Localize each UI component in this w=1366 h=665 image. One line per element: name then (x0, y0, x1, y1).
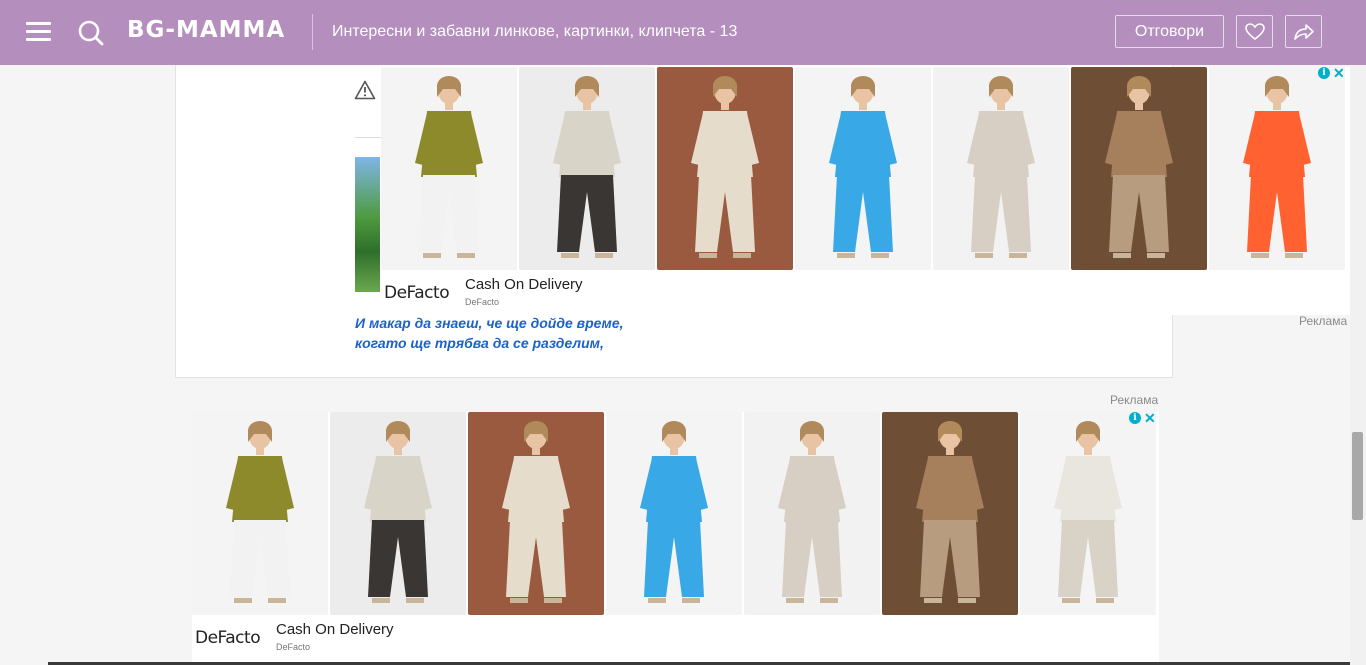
ad-advertiser: DeFacto (276, 642, 311, 652)
ad-product-blue-dress[interactable] (795, 67, 931, 270)
info-icon[interactable]: i (1129, 412, 1141, 424)
ad-product-blue-dress[interactable] (606, 412, 742, 615)
ad-product-printed-shirt[interactable] (1020, 412, 1156, 615)
ad-product-olive-blouse[interactable] (192, 412, 328, 615)
ad-product-beige-suit[interactable] (657, 67, 793, 270)
quote-line-1: И макар да знаеш, че ще дойде време, (355, 315, 624, 331)
ad-choices[interactable]: i ✕ (1318, 66, 1345, 80)
reply-button[interactable]: Отговори (1115, 15, 1224, 48)
post-quote: И макар да знаеш, че ще дойде време, ког… (355, 313, 624, 361)
ad-product-zebra-pants[interactable] (519, 67, 655, 270)
header-divider (312, 14, 313, 50)
site-logo[interactable]: BG-MAMMA (127, 17, 285, 43)
ad-product-striped-dress[interactable] (933, 67, 1069, 270)
ad-product-olive-blouse[interactable] (381, 67, 517, 270)
close-icon[interactable]: ✕ (1144, 411, 1156, 425)
ad-advertiser: DeFacto (465, 297, 500, 307)
post-image[interactable] (355, 157, 380, 292)
ad-headline[interactable]: Cash On Delivery (465, 276, 583, 293)
ad-product-brown-blazer[interactable] (1071, 67, 1207, 270)
share-icon (1293, 23, 1314, 40)
quote-line-3: … (355, 353, 624, 361)
ad-label-inline: Реклама (1110, 393, 1159, 407)
share-button[interactable] (1285, 15, 1322, 48)
ad-tiles (192, 412, 1158, 615)
favorite-button[interactable] (1236, 15, 1273, 48)
ad-label-side: Реклама (1299, 314, 1348, 328)
search-icon[interactable] (77, 19, 105, 47)
ad-product-striped-dress[interactable] (744, 412, 880, 615)
ad-product-zebra-pants[interactable] (330, 412, 466, 615)
close-icon[interactable]: ✕ (1333, 66, 1345, 80)
warning-icon[interactable] (354, 80, 376, 105)
ad-banner-inline[interactable]: DeFacto Cash On Delivery DeFacto i ✕ (192, 411, 1159, 662)
thread-title: Интересни и забавни линкове, картинки, к… (332, 23, 738, 40)
ad-choices[interactable]: i ✕ (1129, 411, 1156, 425)
top-bar: BG-MAMMA Интересни и забавни линкове, ка… (0, 0, 1366, 65)
ad-product-orange-dress[interactable] (1209, 67, 1345, 270)
ad-tiles (381, 67, 1347, 270)
ad-brand-logo[interactable]: DeFacto (384, 283, 450, 303)
scrollbar-track[interactable] (1350, 65, 1366, 665)
ad-product-beige-suit[interactable] (468, 412, 604, 615)
ad-product-brown-blazer[interactable] (882, 412, 1018, 615)
menu-icon[interactable] (26, 22, 51, 42)
heart-icon (1244, 22, 1265, 40)
quote-line-2: когато ще трябва да се разделим, (355, 335, 604, 351)
ad-banner-top[interactable]: DeFacto Cash On Delivery DeFacto i ✕ (381, 66, 1350, 315)
ad-brand-logo[interactable]: DeFacto (195, 628, 261, 648)
ad-headline[interactable]: Cash On Delivery (276, 621, 394, 638)
scrollbar-thumb[interactable] (1352, 432, 1363, 520)
info-icon[interactable]: i (1318, 67, 1330, 79)
